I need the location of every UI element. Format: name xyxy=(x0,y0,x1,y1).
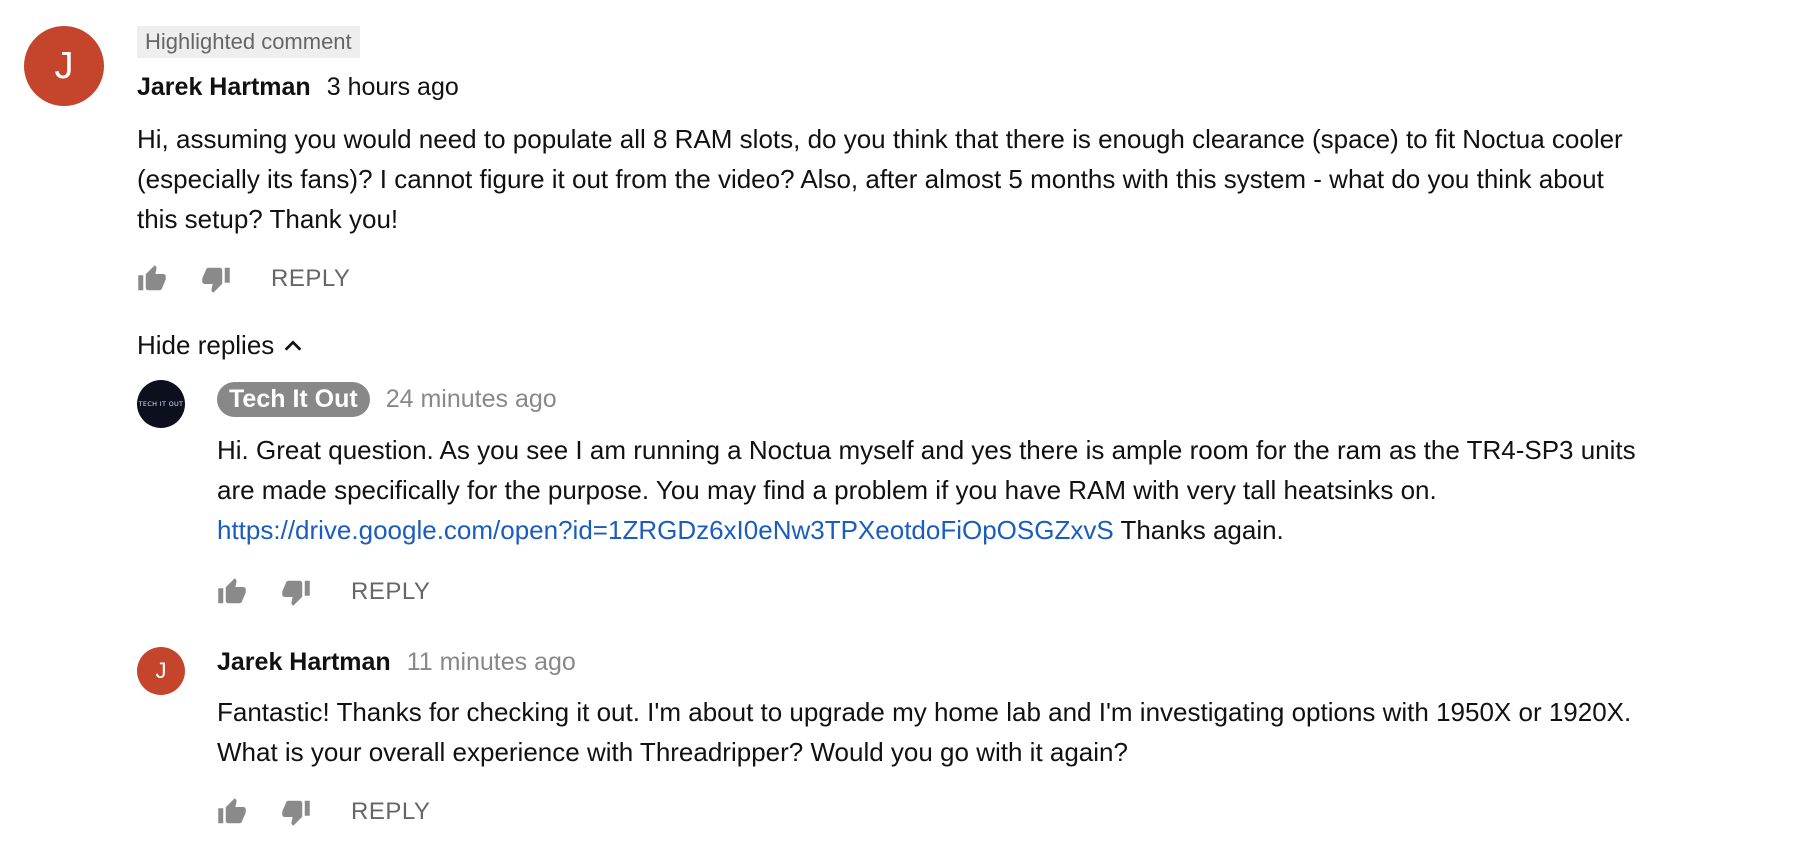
comment-time[interactable]: 11 minutes ago xyxy=(407,648,576,677)
reply-button[interactable]: REPLY xyxy=(351,578,430,606)
reply-button[interactable]: REPLY xyxy=(351,798,430,826)
reply-button[interactable]: REPLY xyxy=(271,265,350,293)
reply1-text: Hi. Great question. As you see I am runn… xyxy=(217,430,1636,550)
thumb-down-icon[interactable] xyxy=(199,262,233,296)
comment-text-line: Hi, assuming you would need to populate … xyxy=(137,124,1623,154)
comment-text-line: (especially its fans)? I cannot figure i… xyxy=(137,164,1604,194)
drive-link[interactable]: https://drive.google.com/open?id=1ZRGDz6… xyxy=(217,515,1114,545)
hide-replies-button[interactable]: Hide replies xyxy=(137,330,304,361)
main-comment-text: Hi, assuming you would need to populate … xyxy=(137,119,1623,239)
avatar-letter: J xyxy=(54,44,74,87)
comment-author[interactable]: Jarek Hartman xyxy=(137,73,311,102)
owner-author-badge[interactable]: Tech It Out xyxy=(217,382,370,417)
channel-avatar[interactable]: TECH IT OUT xyxy=(137,380,185,428)
main-comment-actions: REPLY xyxy=(135,259,350,299)
comment-text-after-link: Thanks again. xyxy=(1113,515,1284,545)
main-comment-header: Jarek Hartman 3 hours ago xyxy=(137,73,459,102)
thumb-up-icon[interactable] xyxy=(215,575,249,609)
thumb-down-icon[interactable] xyxy=(279,575,313,609)
reply2-header: Jarek Hartman 11 minutes ago xyxy=(217,648,576,677)
comment-time[interactable]: 24 minutes ago xyxy=(386,385,557,414)
reply1-header: Tech It Out 24 minutes ago xyxy=(217,382,557,417)
reply2-text: Fantastic! Thanks for checking it out. I… xyxy=(217,692,1631,772)
highlighted-comment-badge: Highlighted comment xyxy=(137,26,360,58)
comment-text-line: are made specifically for the purpose. Y… xyxy=(217,475,1437,505)
main-comment-avatar[interactable]: J xyxy=(24,26,104,106)
chevron-up-icon xyxy=(284,339,302,351)
reply2-avatar[interactable]: J xyxy=(137,647,185,695)
thumb-up-icon[interactable] xyxy=(135,262,169,296)
comment-text-line-with-link: https://drive.google.com/open?id=1ZRGDz6… xyxy=(217,510,1636,550)
avatar-letter: J xyxy=(155,658,167,683)
thumb-down-icon[interactable] xyxy=(279,795,313,829)
comment-text-line: Fantastic! Thanks for checking it out. I… xyxy=(217,697,1632,727)
comment-time[interactable]: 3 hours ago xyxy=(327,73,459,102)
hide-replies-label: Hide replies xyxy=(137,330,275,360)
channel-logo-text: TECH IT OUT xyxy=(138,400,184,408)
thumb-up-icon[interactable] xyxy=(215,795,249,829)
reply2-actions: REPLY xyxy=(215,792,430,832)
comment-text-line: this setup? Thank you! xyxy=(137,204,399,234)
reply1-actions: REPLY xyxy=(215,572,430,612)
comment-text-line: What is your overall experience with Thr… xyxy=(217,737,1128,767)
comment-author[interactable]: Jarek Hartman xyxy=(217,648,391,677)
comment-text-line: Hi. Great question. As you see I am runn… xyxy=(217,435,1636,465)
